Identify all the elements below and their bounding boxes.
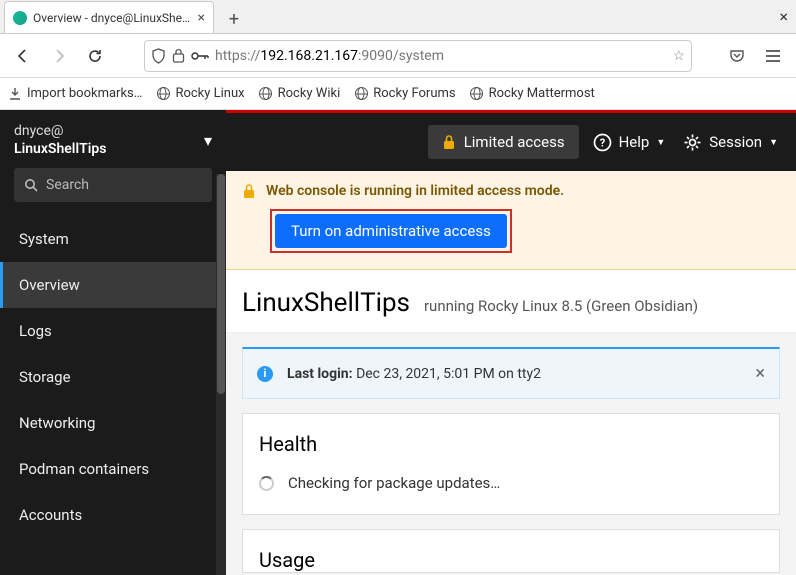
limited-access-button[interactable]: Limited access <box>428 125 579 159</box>
spinner-icon <box>259 476 274 491</box>
close-alert-icon[interactable]: × <box>755 363 765 384</box>
page-subtitle: running Rocky Linux 8.5 (Green Obsidian) <box>424 297 698 315</box>
usage-panel: Usage <box>242 529 780 573</box>
bookmark-rocky-mattermost[interactable]: Rocky Mattermost <box>470 86 595 101</box>
shield-icon[interactable] <box>151 48 166 64</box>
import-bookmarks[interactable]: Import bookmarks… <box>8 86 142 101</box>
health-title: Health <box>259 432 763 456</box>
caret-down-icon: ▼ <box>656 137 665 148</box>
sidebar-item-networking[interactable]: Networking <box>0 400 226 446</box>
svg-text:?: ? <box>599 136 605 149</box>
session-menu[interactable]: Session ▼ <box>679 127 782 158</box>
page-heading: LinuxShellTips running Rocky Linux 8.5 (… <box>226 270 796 333</box>
browser-tab[interactable]: Overview - dnyce@LinuxShellTips × <box>4 1 214 33</box>
info-icon: i <box>257 366 273 382</box>
bookmarks-bar: Import bookmarks… Rocky Linux Rocky Wiki… <box>0 78 796 110</box>
sidebar-item-overview[interactable]: Overview <box>0 262 226 308</box>
host-user: dnyce@ <box>14 122 106 140</box>
search-input[interactable]: Search <box>14 168 212 202</box>
bookmark-star-icon[interactable]: ☆ <box>672 48 685 64</box>
turn-on-admin-button[interactable]: Turn on administrative access <box>275 214 507 248</box>
search-placeholder: Search <box>46 177 89 193</box>
lock-icon <box>242 183 256 199</box>
sidebar-items: System Overview Logs Storage Networking … <box>0 216 226 538</box>
hamburger-menu-icon[interactable] <box>758 41 788 71</box>
tab-title: Overview - dnyce@LinuxShellTips <box>33 11 192 25</box>
usage-title: Usage <box>259 548 763 572</box>
sidebar-item-storage[interactable]: Storage <box>0 354 226 400</box>
new-tab-button[interactable]: + <box>220 5 248 33</box>
browser-tab-bar: Overview - dnyce@LinuxShellTips × + × <box>0 0 796 34</box>
import-icon <box>8 87 22 101</box>
limited-access-alert: Web console is running in limited access… <box>226 171 796 270</box>
caret-down-icon: ▼ <box>769 137 778 148</box>
page-hostname: LinuxShellTips <box>242 288 410 318</box>
browser-nav-bar: https://192.168.21.167:9090/system ☆ <box>0 34 796 78</box>
sidebar-item-system[interactable]: System <box>0 216 226 262</box>
forward-button[interactable] <box>44 41 74 71</box>
bookmark-rocky-linux[interactable]: Rocky Linux <box>156 86 244 101</box>
reload-button[interactable] <box>80 41 110 71</box>
pocket-icon[interactable] <box>722 41 752 71</box>
window-close-icon[interactable]: × <box>779 7 788 26</box>
globe-icon <box>354 87 368 101</box>
sidebar: dnyce@ LinuxShellTips ▾ Search System Ov… <box>0 110 226 575</box>
host-name: LinuxShellTips <box>14 140 106 158</box>
sidebar-scrollbar[interactable] <box>216 174 226 575</box>
lock-icon[interactable] <box>172 48 185 63</box>
health-status: Checking for package updates… <box>288 474 500 492</box>
bookmark-rocky-forums[interactable]: Rocky Forums <box>354 86 455 101</box>
bookmark-rocky-wiki[interactable]: Rocky Wiki <box>259 86 341 101</box>
content-area: Web console is running in limited access… <box>226 171 796 575</box>
health-panel: Health Checking for package updates… <box>242 413 780 515</box>
caret-down-icon: ▾ <box>204 131 212 150</box>
sidebar-item-podman[interactable]: Podman containers <box>0 446 226 492</box>
globe-icon <box>156 87 170 101</box>
globe-icon <box>259 87 273 101</box>
url-bar[interactable]: https://192.168.21.167:9090/system ☆ <box>144 40 692 72</box>
last-login-panel: i Last login: Dec 23, 2021, 5:01 PM on t… <box>242 347 780 399</box>
back-button[interactable] <box>8 41 38 71</box>
help-menu[interactable]: ? Help ▼ <box>589 127 670 158</box>
alert-button-highlight: Turn on administrative access <box>270 209 512 253</box>
alert-text: Web console is running in limited access… <box>266 183 564 199</box>
last-login-text: Last login: Dec 23, 2021, 5:01 PM on tty… <box>287 366 541 382</box>
globe-icon <box>470 87 484 101</box>
topbar: Limited access ? Help ▼ Session ▼ <box>226 113 796 171</box>
url-text: https://192.168.21.167:9090/system <box>215 48 666 64</box>
help-icon: ? <box>593 133 612 152</box>
gear-icon <box>683 133 702 152</box>
sidebar-item-logs[interactable]: Logs <box>0 308 226 354</box>
host-selector[interactable]: dnyce@ LinuxShellTips ▾ <box>0 110 226 168</box>
sidebar-item-accounts[interactable]: Accounts <box>0 492 226 538</box>
key-icon[interactable] <box>191 51 209 61</box>
tab-favicon-icon <box>13 11 27 25</box>
lock-icon <box>442 134 456 150</box>
search-icon <box>24 178 38 192</box>
tab-close-icon[interactable]: × <box>198 10 205 26</box>
